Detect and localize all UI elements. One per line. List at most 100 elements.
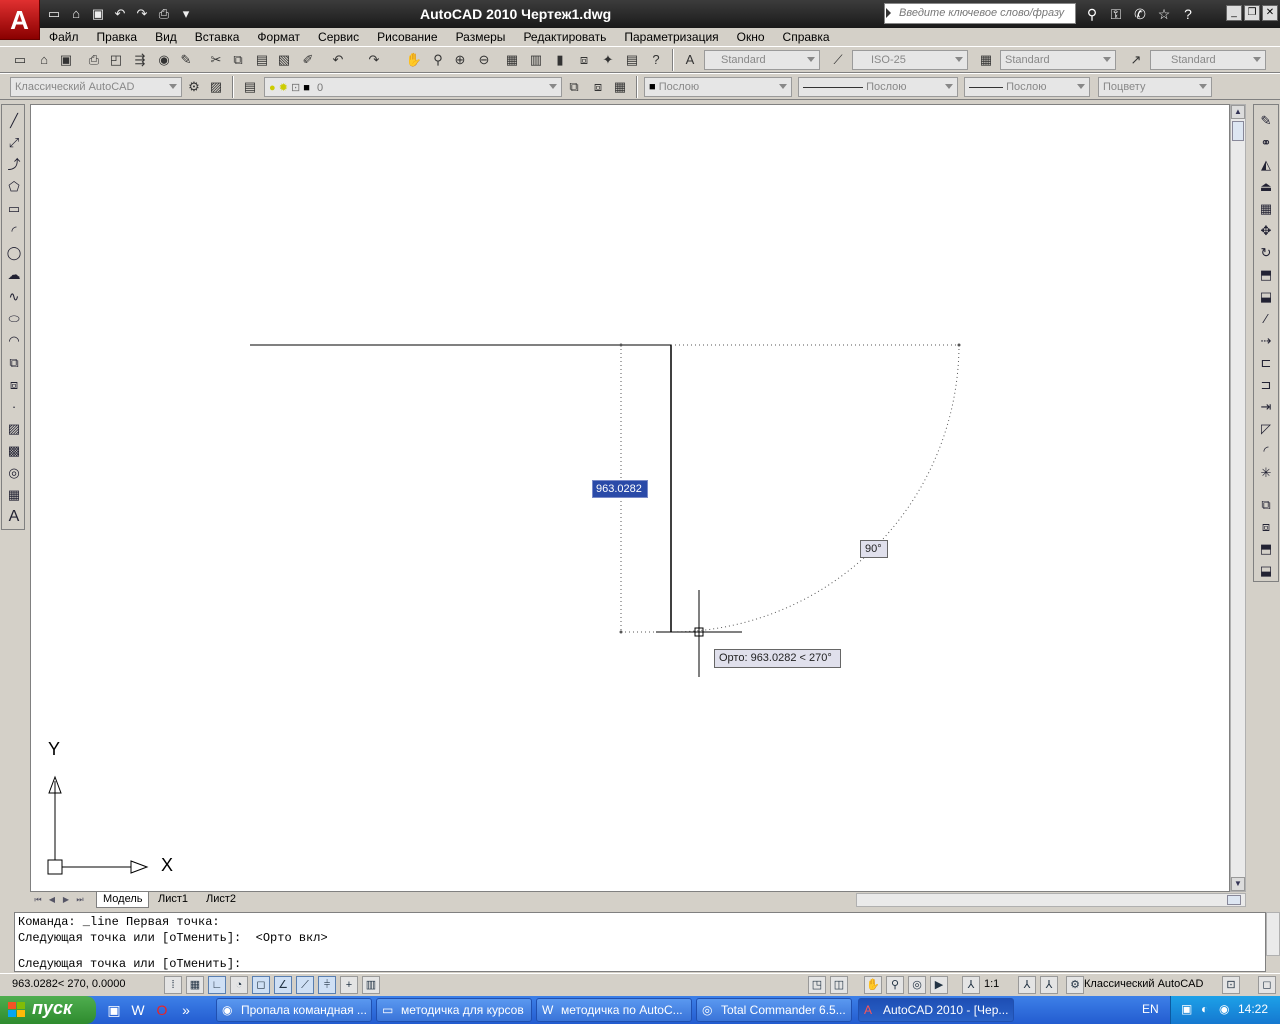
construction-line-icon[interactable]: ⤢	[4, 133, 24, 153]
grid-mode-icon[interactable]: ▦	[186, 976, 204, 994]
layer-combo[interactable]: ● ✹ ⊡ ■ 0	[264, 77, 562, 97]
word-icon[interactable]: W	[128, 1000, 148, 1020]
array-icon[interactable]: ▦	[1256, 199, 1276, 219]
block-editor-icon[interactable]: ✐	[298, 50, 318, 70]
new-file-icon[interactable]: ▭	[44, 4, 64, 24]
steering-wheel-icon[interactable]: ◎	[908, 976, 926, 994]
draw-order-back-icon[interactable]: ⧈	[1256, 517, 1276, 537]
sun-icon[interactable]: ✹	[279, 82, 288, 94]
chamfer-icon[interactable]: ◸	[1256, 419, 1276, 439]
menu-edit[interactable]: Правка	[97, 28, 138, 46]
draw-order-front-icon[interactable]: ⧉	[1256, 495, 1276, 515]
spline-icon[interactable]: ∿	[4, 287, 24, 307]
start-button[interactable]: пуск	[0, 996, 96, 1024]
tab-model[interactable]: Модель	[96, 892, 150, 908]
network-icon[interactable]: ▣	[1181, 1002, 1192, 1016]
stretch-icon[interactable]: ⬓	[1256, 287, 1276, 307]
qat-dropdown-icon[interactable]: ▾	[176, 4, 196, 24]
match-properties-icon[interactable]: ▧	[274, 50, 294, 70]
make-current-layer-icon[interactable]: ⧉	[564, 77, 584, 97]
layer-properties-icon[interactable]: ▤	[240, 77, 260, 97]
search-expand-icon[interactable]	[886, 8, 891, 18]
my-workspace-icon[interactable]: ▨	[206, 77, 226, 97]
workspace-switch-label[interactable]: Классический AutoCAD	[1084, 978, 1203, 990]
task-button[interactable]: ▭ методичка для курсов	[376, 998, 532, 1022]
menu-window[interactable]: Окно	[737, 28, 765, 46]
offset-icon[interactable]: ⏏	[1256, 177, 1276, 197]
task-button[interactable]: Wметодичка по AutoC...	[536, 998, 692, 1022]
undo-icon[interactable]: ↶	[110, 4, 130, 24]
object-snap-tracking-icon[interactable]: ∠	[274, 976, 292, 994]
line-icon[interactable]: ╱	[4, 111, 24, 131]
explode-icon[interactable]: ✳	[1256, 463, 1276, 483]
ellipse-arc-icon[interactable]: ◠	[4, 331, 24, 351]
object-snap-icon[interactable]: ◻	[252, 976, 270, 994]
minimize-button[interactable]: _	[1226, 5, 1242, 21]
copy-object-icon[interactable]: ⚭	[1256, 133, 1276, 153]
polygon-icon[interactable]: ⬠	[4, 177, 24, 197]
multileader-style-icon[interactable]: ↗	[1126, 50, 1146, 70]
help-icon[interactable]: ?	[1178, 4, 1198, 24]
trim-icon[interactable]: ⁄	[1256, 309, 1276, 329]
communication-icon[interactable]: ✆	[1130, 4, 1150, 24]
tab-layout1[interactable]: Лист1	[152, 892, 194, 908]
snap-mode-icon[interactable]: ⁞	[164, 976, 182, 994]
color-combo[interactable]: ■ Послою	[644, 77, 792, 97]
erase-icon[interactable]: ✎	[1256, 111, 1276, 131]
dynamic-length-input[interactable]: 963.0282	[592, 480, 648, 498]
zoom-previous-icon[interactable]: ⊖	[474, 50, 494, 70]
menu-view[interactable]: Вид	[155, 28, 177, 46]
layout-space-icon[interactable]: ◫	[830, 976, 848, 994]
scale-icon[interactable]: ⬒	[1256, 265, 1276, 285]
design-center-icon[interactable]: ▥	[526, 50, 546, 70]
vertical-scrollbar[interactable]: ▲ ▼	[1230, 104, 1246, 892]
rectangle-icon[interactable]: ▭	[4, 199, 24, 219]
favorites-star-icon[interactable]: ☆	[1154, 4, 1174, 24]
redo-icon[interactable]: ↷	[364, 50, 384, 70]
next-tab-icon[interactable]: ▶	[60, 893, 72, 907]
menu-insert[interactable]: Вставка	[195, 28, 240, 46]
break-at-point-icon[interactable]: ⊏	[1256, 353, 1276, 373]
table-style-icon[interactable]: ▦	[976, 50, 996, 70]
scroll-down-icon[interactable]: ▼	[1231, 877, 1245, 891]
scroll-thumb[interactable]	[1232, 121, 1244, 141]
command-prompt[interactable]: Следующая точка или [оТменить]:	[18, 957, 241, 971]
insert-block-icon[interactable]: ⧉	[4, 353, 24, 373]
task-button[interactable]: ◎ Total Commander 6.5...	[696, 998, 852, 1022]
multileader-style-combo[interactable]: Standard	[1150, 50, 1266, 70]
revision-cloud-icon[interactable]: ☁	[4, 265, 24, 285]
workspace-switch-icon[interactable]: ⚙	[1066, 976, 1084, 994]
showmotion-icon[interactable]: ▶	[930, 976, 948, 994]
zoom-realtime-icon[interactable]: ⚲	[428, 50, 448, 70]
plot-preview-icon[interactable]: ◰	[106, 50, 126, 70]
polyline-icon[interactable]: ⤴	[4, 155, 24, 175]
disk-icon[interactable]: ▣	[104, 1000, 124, 1020]
help-icon[interactable]: ?	[646, 50, 666, 70]
region-icon[interactable]: ◎	[4, 463, 24, 483]
restore-button[interactable]: ❐	[1244, 5, 1260, 21]
extend-icon[interactable]: ⇢	[1256, 331, 1276, 351]
linetype-combo[interactable]: Послою	[798, 77, 958, 97]
print-icon[interactable]: ⎙	[84, 50, 104, 70]
toolbar-lock-icon[interactable]: ⊡	[1222, 976, 1240, 994]
make-block-icon[interactable]: ⧈	[4, 375, 24, 395]
redo-icon[interactable]: ↷	[132, 4, 152, 24]
bring-above-icon[interactable]: ⬒	[1256, 539, 1276, 559]
menu-file[interactable]: Файл	[49, 28, 79, 46]
table-style-combo[interactable]: Standard	[1000, 50, 1116, 70]
task-button-active[interactable]: A AutoCAD 2010 - [Чер...	[858, 998, 1014, 1022]
sheet-set-icon[interactable]: ⧈	[574, 50, 594, 70]
lightbulb-icon[interactable]: ●	[269, 82, 276, 94]
zoom-status-icon[interactable]: ⚲	[886, 976, 904, 994]
search-input[interactable]: Введите ключевое слово/фразу	[884, 3, 1076, 24]
move-icon[interactable]: ✥	[1256, 221, 1276, 241]
gradient-icon[interactable]: ▩	[4, 441, 24, 461]
annotation-visibility-icon[interactable]: ⅄	[1018, 976, 1036, 994]
circle-icon[interactable]: ◯	[4, 243, 24, 263]
dynamic-angle-input[interactable]: 90°	[860, 540, 888, 558]
text-style-combo[interactable]: Standard	[704, 50, 820, 70]
menu-dimension[interactable]: Размеры	[456, 28, 506, 46]
ortho-mode-icon[interactable]: ∟	[208, 976, 226, 994]
subscription-icon[interactable]: ⚿	[1106, 4, 1126, 24]
ellipse-icon[interactable]: ⬭	[4, 309, 24, 329]
